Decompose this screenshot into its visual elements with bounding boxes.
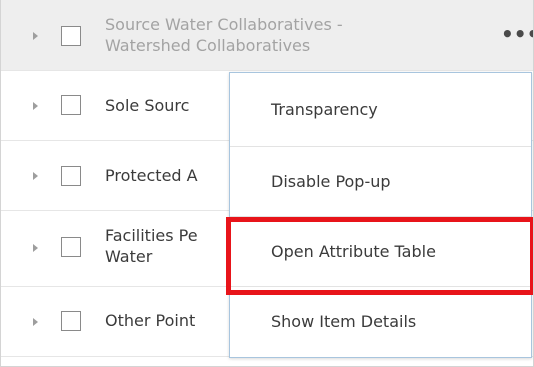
layer-visibility-checkbox[interactable] — [61, 95, 81, 115]
layer-label: Sole Sourc — [105, 96, 190, 115]
expand-caret-icon[interactable] — [33, 172, 38, 180]
expand-caret-icon[interactable] — [33, 244, 38, 252]
layer-visibility-checkbox[interactable] — [61, 311, 81, 331]
layer-label: Protected A — [105, 166, 198, 185]
menu-item-disable-popup[interactable]: Disable Pop-up — [230, 147, 531, 217]
menu-item-transparency[interactable]: Transparency — [230, 73, 531, 147]
more-options-icon[interactable]: ••• — [501, 24, 533, 44]
menu-item-show-item-details[interactable]: Show Item Details — [230, 287, 531, 357]
expand-caret-icon[interactable] — [33, 32, 38, 40]
layer-label-line2: Water — [105, 247, 153, 266]
menu-item-open-attribute-table[interactable]: Open Attribute Table — [230, 217, 531, 287]
layer-list-panel: Source Water Collaboratives - Watershed … — [0, 0, 534, 367]
layer-visibility-checkbox[interactable] — [61, 26, 81, 46]
layer-label: Other Point — [105, 311, 196, 330]
layer-label-line2: Watershed Collaboratives — [105, 36, 311, 55]
layer-label-line1: Facilities Pe — [105, 226, 198, 245]
layer-context-menu: Transparency Disable Pop-up Open Attribu… — [229, 72, 532, 358]
layer-row-source-water[interactable]: Source Water Collaboratives - Watershed … — [1, 0, 533, 71]
layer-visibility-checkbox[interactable] — [61, 166, 81, 186]
layer-row-partial[interactable] — [1, 357, 533, 366]
layer-label-line1: Source Water Collaboratives - — [105, 15, 343, 34]
layer-label: Facilities Pe Water — [105, 225, 198, 267]
layer-visibility-checkbox[interactable] — [61, 237, 81, 257]
expand-caret-icon[interactable] — [33, 102, 38, 110]
expand-caret-icon[interactable] — [33, 318, 38, 326]
layer-label: Source Water Collaboratives - Watershed … — [105, 14, 343, 56]
